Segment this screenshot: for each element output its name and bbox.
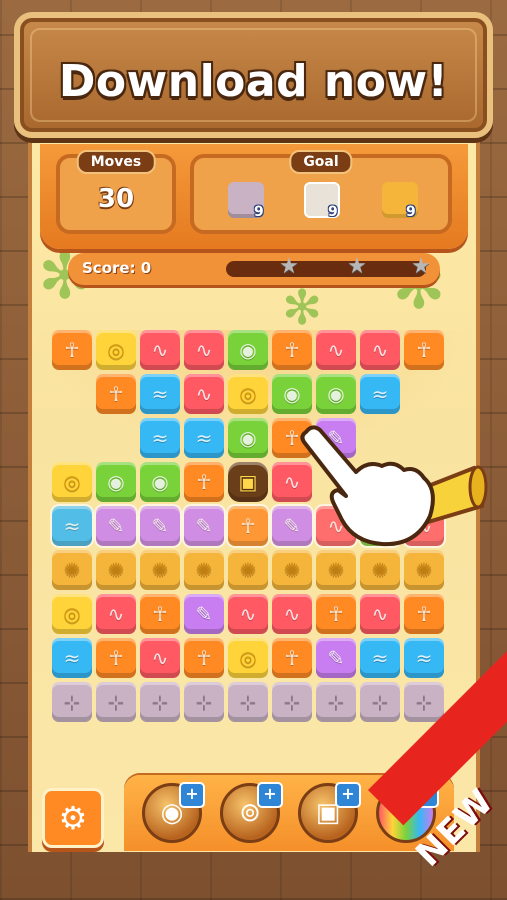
red-tile[interactable]: ∿: [96, 594, 136, 634]
green-tile[interactable]: ◉: [272, 374, 312, 414]
download-banner[interactable]: Download now!: [14, 12, 493, 138]
moves-box: Moves 30: [56, 150, 176, 234]
red-tile[interactable]: ∿: [360, 330, 400, 370]
moves-label: Moves: [76, 150, 156, 174]
blue-tile[interactable]: ≈: [140, 374, 180, 414]
green-tile[interactable]: ◉: [316, 374, 356, 414]
goal-count: 9: [406, 204, 416, 220]
add-booster-button[interactable]: +: [335, 782, 361, 808]
purple-tile[interactable]: ✎: [184, 594, 224, 634]
blue-tile[interactable]: ≈: [52, 638, 92, 678]
orange-tile[interactable]: ☥: [404, 330, 444, 370]
goal-count: 9: [254, 204, 264, 220]
red-tile[interactable]: ∿: [228, 594, 268, 634]
stone-tile[interactable]: ⊹: [184, 682, 224, 722]
blue-tile[interactable]: ≈: [404, 638, 444, 678]
stone-tile[interactable]: ⊹: [140, 682, 180, 722]
stone-tile[interactable]: ⊹: [228, 682, 268, 722]
score-label: Score: 0: [82, 259, 152, 277]
banner-title: Download now!: [58, 56, 449, 107]
hud-panel: Moves 30 Goal 9 9 9: [40, 144, 468, 249]
green-tile[interactable]: ◉: [140, 462, 180, 502]
stone-tile[interactable]: ⊹: [96, 682, 136, 722]
gear-icon: ⚙: [58, 799, 88, 837]
green-tile[interactable]: ◉: [228, 418, 268, 458]
red-tile[interactable]: ∿: [316, 330, 356, 370]
star-icon: ★: [279, 254, 299, 279]
green-tile[interactable]: ◉: [228, 330, 268, 370]
stone-tile[interactable]: ⊹: [316, 682, 356, 722]
red-tile[interactable]: ∿: [140, 638, 180, 678]
sand-tile[interactable]: ✺: [96, 550, 136, 590]
yellow-tile[interactable]: ◎: [52, 462, 92, 502]
palm-center-icon: ✻: [282, 280, 323, 336]
orange-tile[interactable]: ☥: [226, 504, 270, 548]
sand-tile[interactable]: ✺: [228, 550, 268, 590]
yellow-tile[interactable]: ◎: [52, 594, 92, 634]
moves-value: 30: [97, 184, 135, 214]
sand-tile[interactable]: ✺: [52, 550, 92, 590]
tutorial-hand-icon: [300, 425, 488, 547]
red-tile[interactable]: ∿: [184, 330, 224, 370]
blue-tile[interactable]: ≈: [360, 374, 400, 414]
sand-tile[interactable]: ✺: [140, 550, 180, 590]
purple-tile[interactable]: ✎: [182, 504, 226, 548]
orange-tile[interactable]: ☥: [96, 638, 136, 678]
blue-tile[interactable]: ≈: [360, 638, 400, 678]
jar-tile[interactable]: ▣: [228, 462, 268, 502]
red-tile[interactable]: ∿: [140, 330, 180, 370]
orange-tile[interactable]: ☥: [316, 594, 356, 634]
orange-tile[interactable]: ☥: [404, 594, 444, 634]
booster-hammer[interactable]: ◉ +: [142, 782, 205, 843]
purple-tile[interactable]: ✎: [138, 504, 182, 548]
booster-jar[interactable]: ▣ +: [298, 782, 361, 843]
yellow-tile[interactable]: ◎: [96, 330, 136, 370]
goal-label: Goal: [289, 150, 353, 174]
yellow-tile[interactable]: ◎: [228, 638, 268, 678]
score-progress: [226, 261, 426, 277]
add-booster-button[interactable]: +: [257, 782, 283, 808]
settings-button[interactable]: ⚙: [42, 788, 104, 848]
green-tile[interactable]: ◉: [96, 462, 136, 502]
orange-tile[interactable]: ☥: [272, 638, 312, 678]
purple-tile[interactable]: ✎: [94, 504, 138, 548]
goal-count: 9: [328, 204, 338, 220]
orange-tile[interactable]: ☥: [272, 330, 312, 370]
stone-tile[interactable]: ⊹: [360, 682, 400, 722]
stone-tile[interactable]: ⊹: [52, 682, 92, 722]
red-tile[interactable]: ∿: [360, 594, 400, 634]
stone-tile[interactable]: ⊹: [272, 682, 312, 722]
purple-tile[interactable]: ✎: [316, 638, 356, 678]
red-tile[interactable]: ∿: [184, 374, 224, 414]
goal-box: Goal 9 9 9: [190, 150, 452, 234]
blue-tile[interactable]: ≈: [184, 418, 224, 458]
yellow-tile[interactable]: ◎: [228, 374, 268, 414]
orange-tile[interactable]: ☥: [140, 594, 180, 634]
orange-tile[interactable]: ☥: [96, 374, 136, 414]
orange-tile[interactable]: ☥: [184, 638, 224, 678]
orange-tile[interactable]: ☥: [184, 462, 224, 502]
orange-tile[interactable]: ☥: [52, 330, 92, 370]
add-booster-button[interactable]: +: [179, 782, 205, 808]
stone-tile[interactable]: ⊹: [404, 682, 444, 722]
booster-swap[interactable]: ⊚ +: [220, 782, 283, 843]
star-icon: ★: [347, 254, 367, 279]
red-tile[interactable]: ∿: [272, 594, 312, 634]
star-icon: ★: [411, 254, 431, 279]
blue-tile[interactable]: ≈: [50, 504, 94, 548]
blue-tile[interactable]: ≈: [140, 418, 180, 458]
sand-tile[interactable]: ✺: [184, 550, 224, 590]
score-bar: Score: 0 ★ ★ ★: [68, 253, 440, 285]
